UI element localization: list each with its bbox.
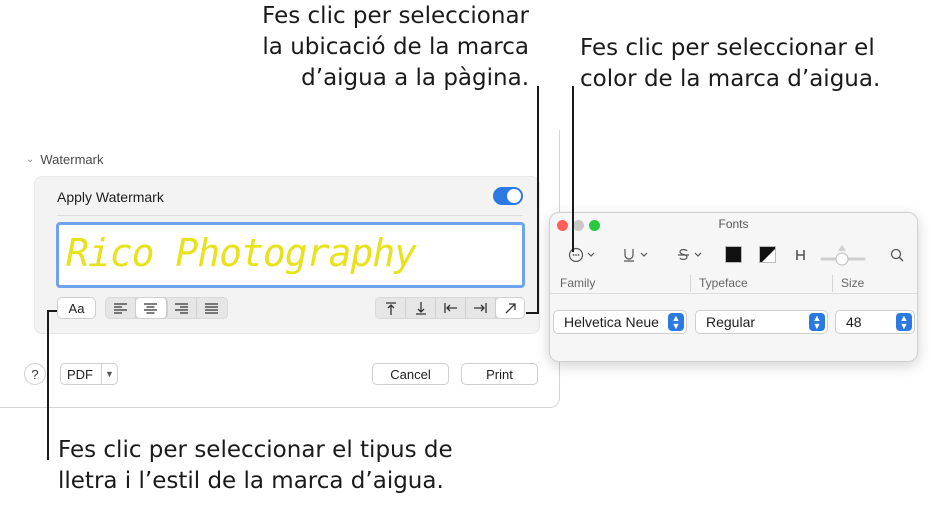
more-actions-button[interactable] [564, 243, 600, 267]
underline-button[interactable] [620, 243, 652, 267]
fonts-panel-title: Fonts [718, 217, 749, 231]
header-divider [550, 293, 917, 294]
alignment-control [105, 297, 228, 319]
align-left-icon [113, 302, 127, 314]
callout-font-line: lletra i l’estil de la marca d’aigua. [58, 468, 444, 494]
print-button[interactable]: Print [461, 363, 538, 385]
apply-watermark-label: Apply Watermark [57, 189, 164, 205]
justify-icon [205, 302, 219, 314]
watermark-section-title: Watermark [40, 152, 104, 167]
leader-line-font [47, 310, 57, 312]
position-diagonal-button[interactable] [496, 298, 524, 318]
document-color-icon [760, 247, 775, 262]
column-header-size: Size [841, 276, 865, 290]
watermark-section-header[interactable]: ⌄ Watermark [26, 152, 103, 167]
align-center-button[interactable] [135, 298, 167, 318]
size-popup[interactable]: 48 ▲ ▼ [835, 310, 915, 334]
column-header-family: Family [560, 276, 596, 290]
callout-font-line: Fes clic per seleccionar el tipus de [58, 437, 453, 463]
apply-watermark-toggle[interactable] [493, 187, 523, 205]
typeface-popup[interactable]: Regular ▲ ▼ [695, 310, 828, 334]
shadow-slider[interactable] [820, 243, 866, 267]
callout-color-line: color de la marca d’aigua. [580, 66, 881, 92]
toggle-knob [507, 189, 521, 203]
dialog-button-row: ? PDF ▼ Cancel Print [0, 360, 560, 390]
divider [57, 215, 523, 216]
leader-line-location [526, 312, 539, 314]
search-icon [890, 248, 904, 262]
cancel-button[interactable]: Cancel [372, 363, 449, 385]
print-dialog: ⌄ Watermark Apply Watermark Rico Photogr… [0, 130, 560, 408]
column-separator [690, 275, 691, 292]
popup-stepper-icon: ▲ ▼ [896, 313, 912, 331]
chevron-down-icon: ▼ [101, 364, 117, 384]
font-button[interactable]: Aa [57, 297, 96, 319]
search-button[interactable] [886, 243, 908, 267]
align-right-button[interactable] [167, 298, 197, 318]
align-center-icon [144, 302, 158, 314]
leader-line-font [47, 310, 49, 460]
column-header-typeface: Typeface [699, 276, 748, 290]
text-color-swatch[interactable] [725, 246, 742, 263]
justify-button[interactable] [197, 298, 227, 318]
position-bottom-icon [415, 301, 426, 315]
position-top-button[interactable] [376, 298, 406, 318]
pdf-label: PDF [67, 366, 93, 382]
watermark-text-field[interactable]: Rico Photography [56, 222, 525, 288]
position-control [375, 297, 525, 319]
callout-font: Fes clic per seleccionar el tipus de lle… [58, 435, 453, 497]
watermark-text: Rico Photography [66, 231, 417, 275]
position-bottom-button[interactable] [406, 298, 436, 318]
callout-color-line: Fes clic per seleccionar el [580, 35, 875, 61]
callout-location-line: d’aigua a la pàgina. [301, 65, 529, 91]
leader-line-color [572, 86, 574, 252]
shadow-button[interactable] [790, 243, 812, 267]
pdf-menu-button[interactable]: PDF ▼ [60, 363, 118, 385]
callout-location-line: la ubicació de la marca [262, 34, 529, 60]
popup-stepper-icon: ▲ ▼ [668, 313, 684, 331]
strikethrough-icon [678, 249, 702, 260]
chevron-down-icon[interactable]: ⌄ [26, 154, 34, 165]
align-left-button[interactable] [106, 298, 136, 318]
help-button[interactable]: ? [24, 363, 46, 385]
shadow-slider-icon [820, 245, 866, 266]
position-right-button[interactable] [466, 298, 496, 318]
position-right-icon [474, 303, 487, 313]
align-right-icon [174, 302, 188, 314]
popup-stepper-icon: ▲ ▼ [809, 313, 825, 331]
callout-location-line: Fes clic per seleccionar [262, 3, 529, 29]
position-top-icon [385, 301, 396, 315]
fonts-panel: Fonts Family Typeface Size Helvetica Neu… [549, 212, 918, 362]
family-value: Helvetica Neue [564, 314, 659, 330]
typeface-value: Regular [706, 314, 756, 330]
callout-location: Fes clic per seleccionar la ubicació de … [262, 1, 529, 94]
column-separator [832, 275, 833, 292]
size-value: 48 [846, 314, 862, 330]
document-color-swatch[interactable] [759, 246, 776, 263]
position-diagonal-icon [505, 302, 516, 313]
leader-line-location [537, 86, 539, 314]
watermark-panel: Apply Watermark Rico Photography Aa [34, 176, 540, 334]
shadow-icon [796, 250, 805, 260]
underline-icon [624, 249, 648, 262]
strikethrough-button[interactable] [674, 243, 706, 267]
position-left-icon [444, 303, 457, 313]
family-popup[interactable]: Helvetica Neue ▲ ▼ [553, 310, 687, 334]
callout-color: Fes clic per seleccionar el color de la … [580, 33, 880, 95]
position-left-button[interactable] [436, 298, 466, 318]
